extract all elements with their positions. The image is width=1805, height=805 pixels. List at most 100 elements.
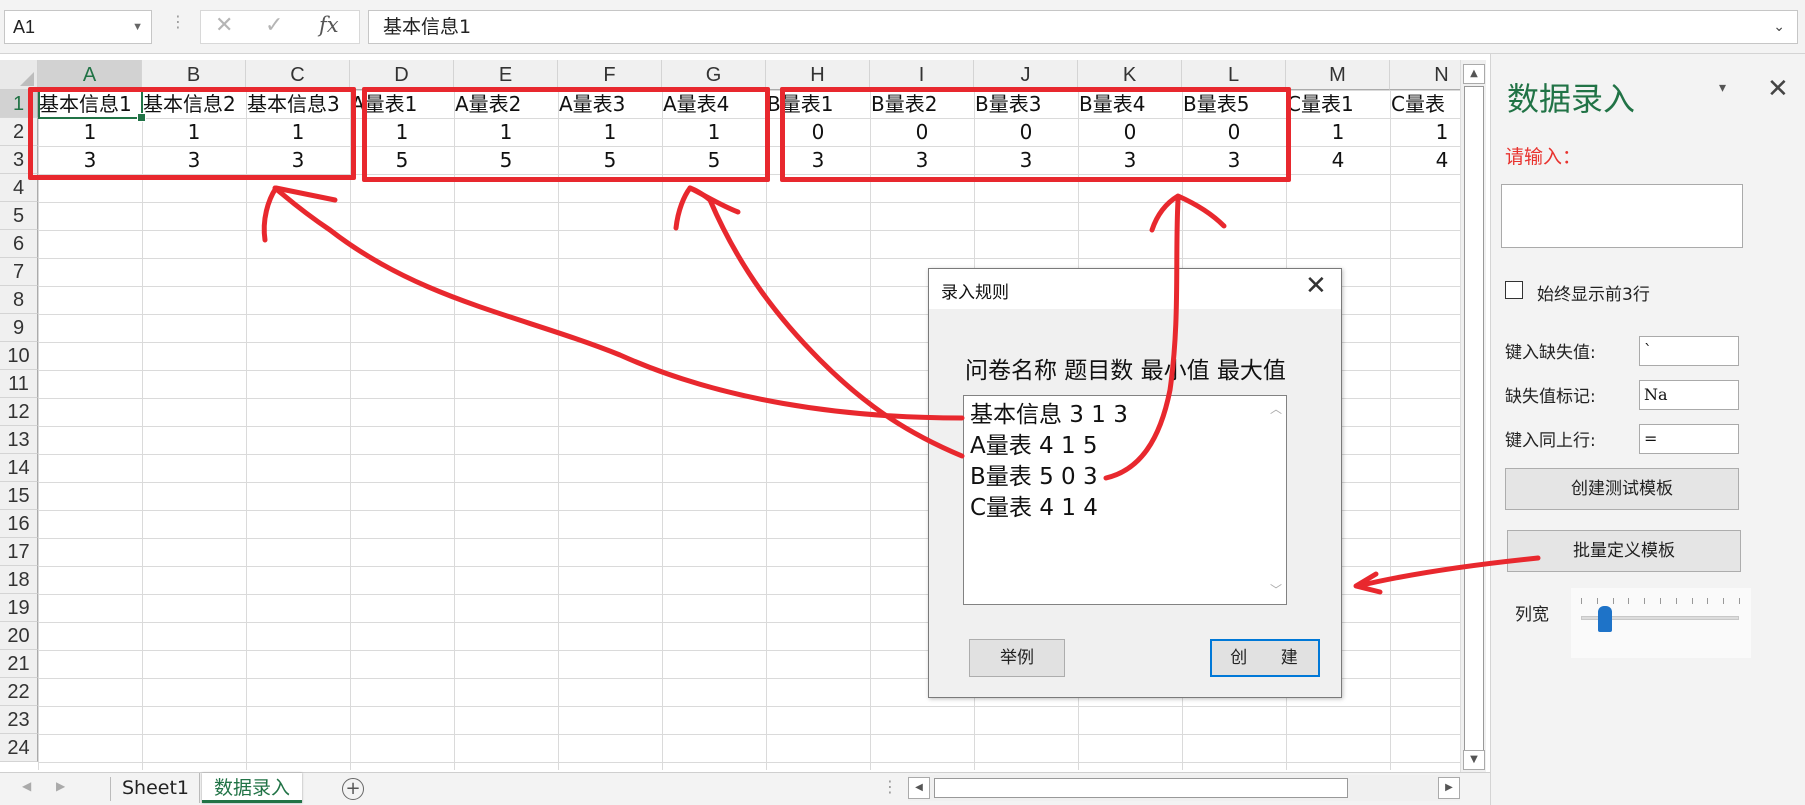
- column-header-c[interactable]: C: [246, 60, 350, 90]
- row-header-5[interactable]: 5: [0, 202, 38, 230]
- row-header-20[interactable]: 20: [0, 622, 38, 650]
- column-header-b[interactable]: B: [142, 60, 246, 90]
- enter-check-icon[interactable]: ✓: [265, 13, 283, 38]
- formula-bar-grip-icon: ⋮: [170, 12, 186, 31]
- column-header-a[interactable]: A: [38, 60, 142, 90]
- scroll-left-arrow-icon[interactable]: ◀: [908, 777, 930, 799]
- slider-tick: [1644, 598, 1646, 604]
- annotation-box-b-scale: [780, 87, 1291, 182]
- add-sheet-plus-icon[interactable]: +: [342, 778, 364, 800]
- row-header-22[interactable]: 22: [0, 678, 38, 706]
- row-header-24[interactable]: 24: [0, 734, 38, 762]
- name-box[interactable]: A1 ▼: [4, 10, 152, 44]
- cell-m3[interactable]: 4: [1286, 146, 1390, 174]
- rules-column-header: 问卷名称 题目数 最小值 最大值: [965, 358, 1286, 384]
- row-header-10[interactable]: 10: [0, 342, 38, 370]
- column-header-g[interactable]: G: [662, 60, 766, 90]
- slider-tick: [1723, 598, 1725, 604]
- row-header-15[interactable]: 15: [0, 482, 38, 510]
- vertical-scrollbar[interactable]: ▲ ▼: [1460, 60, 1486, 772]
- column-header-n[interactable]: N: [1390, 60, 1460, 90]
- sheet-tab-bar: ◀ ▶ Sheet1 数据录入 + ⋮ ◀ ▶: [0, 772, 1490, 805]
- row-header-8[interactable]: 8: [0, 286, 38, 314]
- slider-tick: [1612, 598, 1614, 604]
- column-header-e[interactable]: E: [454, 60, 558, 90]
- pane-options-dropdown-icon[interactable]: ▾: [1719, 80, 1726, 96]
- scroll-up-arrow-icon[interactable]: ▲: [1463, 64, 1485, 84]
- column-header-l[interactable]: L: [1182, 60, 1286, 90]
- pane-title: 数据录入: [1507, 80, 1636, 118]
- tab-splitter-grip-icon[interactable]: ⋮: [882, 777, 898, 796]
- entry-input-box[interactable]: [1501, 184, 1743, 248]
- row-header-14[interactable]: 14: [0, 454, 38, 482]
- row-header-7[interactable]: 7: [0, 258, 38, 286]
- column-header-k[interactable]: K: [1078, 60, 1182, 90]
- rule-line: C量表 4 1 4: [970, 495, 1098, 521]
- row-header-18[interactable]: 18: [0, 566, 38, 594]
- horizontal-scrollbar[interactable]: ◀ ▶: [908, 775, 1460, 801]
- cell-n1[interactable]: C量表: [1390, 90, 1460, 118]
- column-header-m[interactable]: M: [1286, 60, 1390, 90]
- rules-scroll-up-icon[interactable]: ︿: [1270, 400, 1282, 417]
- same-as-above-field[interactable]: =: [1639, 424, 1739, 454]
- row-header-9[interactable]: 9: [0, 314, 38, 342]
- slider-tick: [1581, 598, 1582, 604]
- tab-sheet1[interactable]: Sheet1: [112, 773, 200, 803]
- formula-buttons: ✕ ✓ fx: [200, 10, 360, 44]
- scroll-down-arrow-icon[interactable]: ▼: [1463, 750, 1485, 770]
- batch-define-template-button[interactable]: 批量定义模板: [1507, 530, 1741, 572]
- cell-n2[interactable]: 1: [1390, 118, 1460, 146]
- column-header-h[interactable]: H: [766, 60, 870, 90]
- expand-formula-chevron-icon[interactable]: ⌄: [1773, 11, 1785, 43]
- row-header-12[interactable]: 12: [0, 398, 38, 426]
- insert-function-icon[interactable]: fx: [319, 13, 339, 37]
- formula-input[interactable]: 基本信息1 ⌄: [368, 10, 1798, 44]
- slider-thumb[interactable]: [1597, 606, 1612, 632]
- name-box-dropdown-icon[interactable]: ▼: [132, 11, 143, 43]
- slider-tick: [1596, 598, 1598, 604]
- pane-close-icon[interactable]: ✕: [1767, 74, 1789, 104]
- rule-line: A量表 4 1 5: [970, 433, 1098, 459]
- row-header-17[interactable]: 17: [0, 538, 38, 566]
- row-header-16[interactable]: 16: [0, 510, 38, 538]
- select-all-corner[interactable]: [0, 60, 38, 90]
- column-width-slider[interactable]: [1571, 588, 1751, 658]
- scroll-right-arrow-icon[interactable]: ▶: [1438, 777, 1460, 799]
- formula-content: 基本信息1: [383, 16, 472, 38]
- row-header-19[interactable]: 19: [0, 594, 38, 622]
- cell-m2[interactable]: 1: [1286, 118, 1390, 146]
- cell-n3[interactable]: 4: [1390, 146, 1460, 174]
- column-header-j[interactable]: J: [974, 60, 1078, 90]
- row-header-23[interactable]: 23: [0, 706, 38, 734]
- example-button[interactable]: 举例: [969, 639, 1065, 677]
- missing-input-field[interactable]: `: [1639, 336, 1739, 366]
- column-header-d[interactable]: D: [350, 60, 454, 90]
- missing-marker-field[interactable]: Na: [1639, 380, 1739, 410]
- next-sheet-arrow-icon[interactable]: ▶: [56, 779, 65, 793]
- name-box-value: A1: [13, 17, 36, 37]
- data-entry-task-pane: 数据录入 ▾ ✕ 请输入： 始终显示前3行 键入缺失值: ` 缺失值标记: Na…: [1490, 54, 1805, 805]
- column-header-i[interactable]: I: [870, 60, 974, 90]
- prev-sheet-arrow-icon[interactable]: ◀: [22, 779, 31, 793]
- rules-textarea[interactable]: 基本信息 3 1 3 A量表 4 1 5 B量表 5 0 3 C量表 4 1 4 ︿ …: [963, 395, 1287, 605]
- row-header-6[interactable]: 6: [0, 230, 38, 258]
- dialog-close-icon[interactable]: ✕: [1305, 271, 1327, 301]
- always-show-top-rows-checkbox[interactable]: [1505, 281, 1523, 299]
- slider-tick: [1739, 598, 1740, 604]
- rules-lines: 基本信息 3 1 3 A量表 4 1 5 B量表 5 0 3 C量表 4 1 4: [970, 400, 1128, 524]
- rules-scroll-down-icon[interactable]: ﹀: [1270, 581, 1282, 598]
- row-header-21[interactable]: 21: [0, 650, 38, 678]
- slider-tick: [1628, 598, 1630, 604]
- row-header-11[interactable]: 11: [0, 370, 38, 398]
- create-test-template-button[interactable]: 创建测试模板: [1505, 468, 1739, 510]
- horizontal-scroll-thumb[interactable]: [934, 778, 1348, 798]
- cell-m1[interactable]: C量表1: [1286, 90, 1390, 118]
- row-header-13[interactable]: 13: [0, 426, 38, 454]
- cancel-icon[interactable]: ✕: [215, 13, 233, 38]
- vertical-scroll-thumb[interactable]: [1464, 86, 1484, 752]
- annotation-box-basic-info: [28, 87, 356, 180]
- create-button[interactable]: 创 建: [1210, 639, 1320, 677]
- tab-data-entry[interactable]: 数据录入: [202, 773, 302, 803]
- rules-scrollbar[interactable]: ︿ ﹀: [1266, 396, 1286, 604]
- column-header-f[interactable]: F: [558, 60, 662, 90]
